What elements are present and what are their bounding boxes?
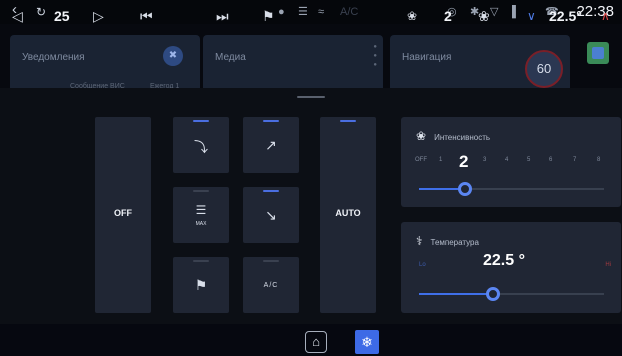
- inactive-indicator: [193, 190, 209, 192]
- max-label: MAX: [195, 221, 207, 227]
- active-indicator: [263, 190, 279, 192]
- seat-icon: ⚑: [194, 277, 208, 293]
- intensity-level[interactable]: OFF: [415, 157, 427, 163]
- intensity-level[interactable]: 5: [527, 157, 530, 163]
- seat-icon[interactable]: ⚑: [262, 6, 275, 26]
- max-defrost-button[interactable]: ☰ MAX: [173, 187, 229, 243]
- temperature-slider[interactable]: [419, 287, 604, 301]
- temp-up-icon[interactable]: ∧: [601, 6, 610, 26]
- temperature-panel: ⚕ Температура Lo 22.5 ° Hi: [401, 222, 621, 313]
- airflow-body-button[interactable]: ↗: [243, 117, 299, 173]
- windshield-defrost-icon: ☰: [195, 203, 207, 217]
- intensity-level[interactable]: 6: [549, 157, 552, 163]
- seat-heat-icon: ≈: [318, 6, 325, 18]
- wifi-icon: ▽: [490, 6, 499, 18]
- fan-down-icon[interactable]: ❀: [407, 6, 417, 26]
- climate-auto-button[interactable]: AUTO: [320, 117, 376, 313]
- intensity-level[interactable]: 4: [505, 157, 508, 163]
- intensity-title: Интенсивность: [434, 133, 491, 142]
- next-track-icon[interactable]: ⏭: [216, 6, 229, 26]
- volume-down-icon[interactable]: ◁: [12, 6, 23, 26]
- volume-value: 25: [54, 8, 70, 24]
- fan-level-value: 2: [444, 8, 452, 24]
- rotate-icon[interactable]: ↻: [36, 4, 46, 20]
- ac-button[interactable]: A/C: [243, 257, 299, 313]
- volume-up-icon[interactable]: ▷: [93, 6, 104, 26]
- ac-label: A/C: [263, 282, 279, 289]
- media-card[interactable]: Медиа ● ● ●: [203, 35, 383, 95]
- seat-mode-button[interactable]: ⚑: [173, 257, 229, 313]
- notifications-title: Уведомления: [22, 52, 85, 63]
- temperature-value: 22.5 °: [483, 252, 525, 269]
- record-icon: ●: [278, 6, 285, 18]
- fan-icon: ❀: [416, 129, 427, 143]
- temp-high-label: Hi: [605, 262, 611, 268]
- airflow-body-icon: ↗: [265, 137, 277, 153]
- home-icon[interactable]: ⌂: [305, 331, 327, 353]
- ac-status-icon: A/C: [340, 6, 359, 18]
- more-dots-icon[interactable]: ● ● ●: [373, 43, 377, 70]
- airflow-face-button[interactable]: ⤵: [173, 117, 229, 173]
- speed-limit-badge: 60: [525, 50, 563, 88]
- inactive-indicator: [263, 260, 279, 262]
- thermometer-icon: ⚕: [416, 234, 423, 248]
- active-indicator: [340, 120, 356, 122]
- intensity-slider[interactable]: [419, 182, 604, 196]
- notifications-card[interactable]: Уведомления ✖ Сообщение ВИС Ежегод 1: [10, 35, 200, 95]
- active-indicator: [263, 120, 279, 122]
- temperature-slider-fill: [419, 293, 493, 295]
- temperature-slider-knob[interactable]: [486, 287, 500, 301]
- intensity-header: ❀ Интенсивность: [416, 129, 490, 143]
- intensity-level[interactable]: 7: [573, 157, 576, 163]
- temperature-header: ⚕ Температура: [416, 234, 479, 248]
- intensity-level[interactable]: 3: [483, 157, 486, 163]
- map-icon[interactable]: [587, 42, 609, 64]
- fan-up-icon[interactable]: ❀: [478, 6, 490, 26]
- intensity-level-selected[interactable]: 2: [459, 152, 468, 172]
- navigation-title: Навигация: [402, 52, 452, 63]
- temperature-title: Температура: [430, 238, 479, 247]
- airflow-feet-icon: ↘: [265, 207, 277, 223]
- climate-auto-label: AUTO: [335, 208, 361, 218]
- climate-off-button[interactable]: OFF: [95, 117, 151, 313]
- intensity-level[interactable]: 8: [597, 157, 600, 163]
- drag-handle[interactable]: [297, 96, 325, 98]
- temp-down-icon[interactable]: ∨: [527, 6, 536, 26]
- intensity-level[interactable]: 1: [439, 157, 442, 163]
- bottom-temperature-value: 22.5°: [549, 8, 582, 24]
- navigation-card[interactable]: Навигация 60: [390, 35, 570, 95]
- defrost-icon: ☰: [298, 6, 308, 18]
- previous-track-icon[interactable]: ⏮: [140, 6, 153, 26]
- inactive-indicator: [193, 260, 209, 262]
- climate-icon[interactable]: ❄: [355, 330, 379, 354]
- temp-low-label: Lo: [419, 262, 426, 268]
- airflow-face-icon: ⤵: [194, 139, 208, 155]
- trash-icon[interactable]: ✖: [163, 46, 183, 66]
- signal-icon: ▌: [512, 6, 520, 18]
- active-indicator: [193, 120, 209, 122]
- intensity-panel: ❀ Интенсивность OFF 1 2 3 4 5 6 7 8: [401, 117, 621, 207]
- media-title: Медиа: [215, 52, 246, 63]
- airflow-feet-button[interactable]: ↘: [243, 187, 299, 243]
- climate-off-label: OFF: [114, 208, 132, 218]
- intensity-slider-knob[interactable]: [458, 182, 473, 196]
